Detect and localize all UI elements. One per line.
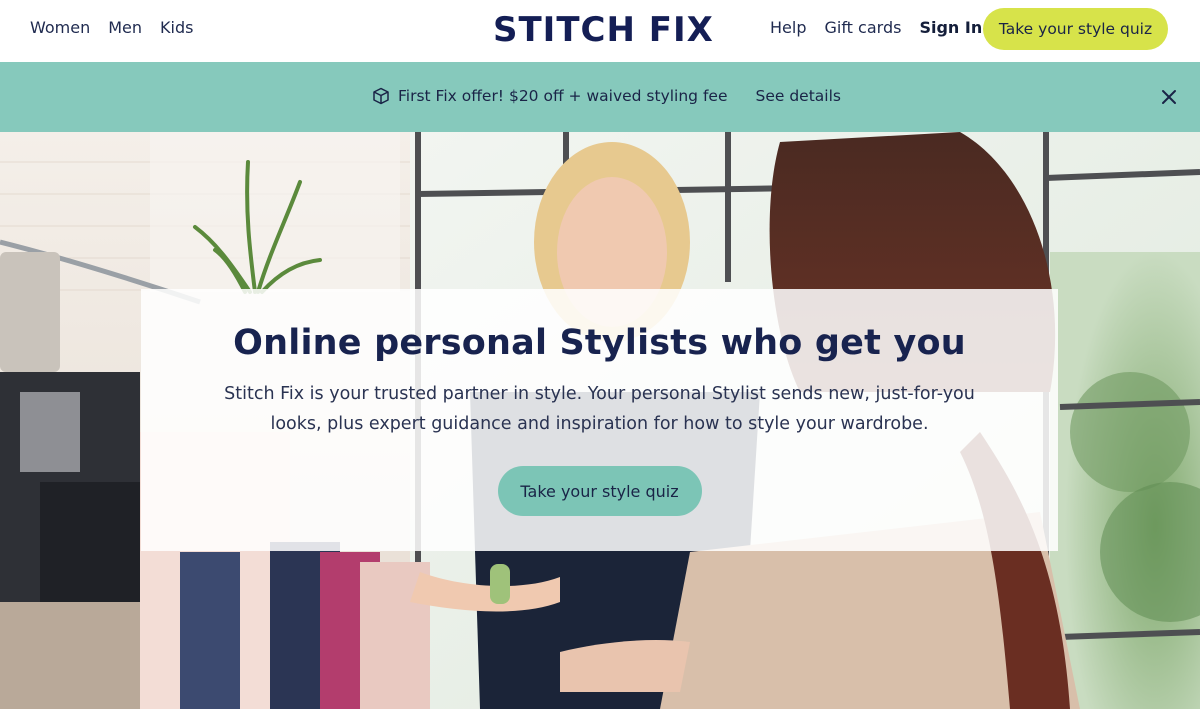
- nav-kids[interactable]: Kids: [160, 18, 193, 37]
- header-style-quiz-button[interactable]: Take your style quiz: [983, 8, 1168, 50]
- promo-content: First Fix offer! $20 off + waived stylin…: [372, 87, 841, 105]
- box-icon: [373, 87, 389, 105]
- primary-nav: Women Men Kids: [30, 18, 193, 37]
- site-header: Women Men Kids STITCH FIX Help Gift card…: [0, 0, 1200, 62]
- hero-section: Online personal Stylists who get you Sti…: [0, 132, 1200, 709]
- promo-text: First Fix offer! $20 off + waived stylin…: [398, 87, 728, 105]
- hero-card: Online personal Stylists who get you Sti…: [141, 289, 1058, 551]
- stitch-fix-logo[interactable]: STITCH FIX: [493, 10, 714, 50]
- see-details-link[interactable]: See details: [755, 87, 840, 105]
- nav-help[interactable]: Help: [770, 18, 806, 37]
- page-bottom-strip: [0, 709, 1200, 724]
- hero-title: Online personal Stylists who get you: [233, 323, 966, 363]
- sign-in-link[interactable]: Sign In: [919, 18, 982, 37]
- hero-description: Stitch Fix is your trusted partner in st…: [224, 384, 975, 434]
- promo-banner: First Fix offer! $20 off + waived stylin…: [0, 62, 1200, 132]
- close-icon[interactable]: [1160, 88, 1178, 106]
- nav-gift-cards[interactable]: Gift cards: [824, 18, 901, 37]
- nav-women[interactable]: Women: [30, 18, 90, 37]
- hero-style-quiz-button[interactable]: Take your style quiz: [497, 466, 702, 516]
- secondary-nav: Help Gift cards Sign In: [770, 18, 982, 37]
- nav-men[interactable]: Men: [108, 18, 142, 37]
